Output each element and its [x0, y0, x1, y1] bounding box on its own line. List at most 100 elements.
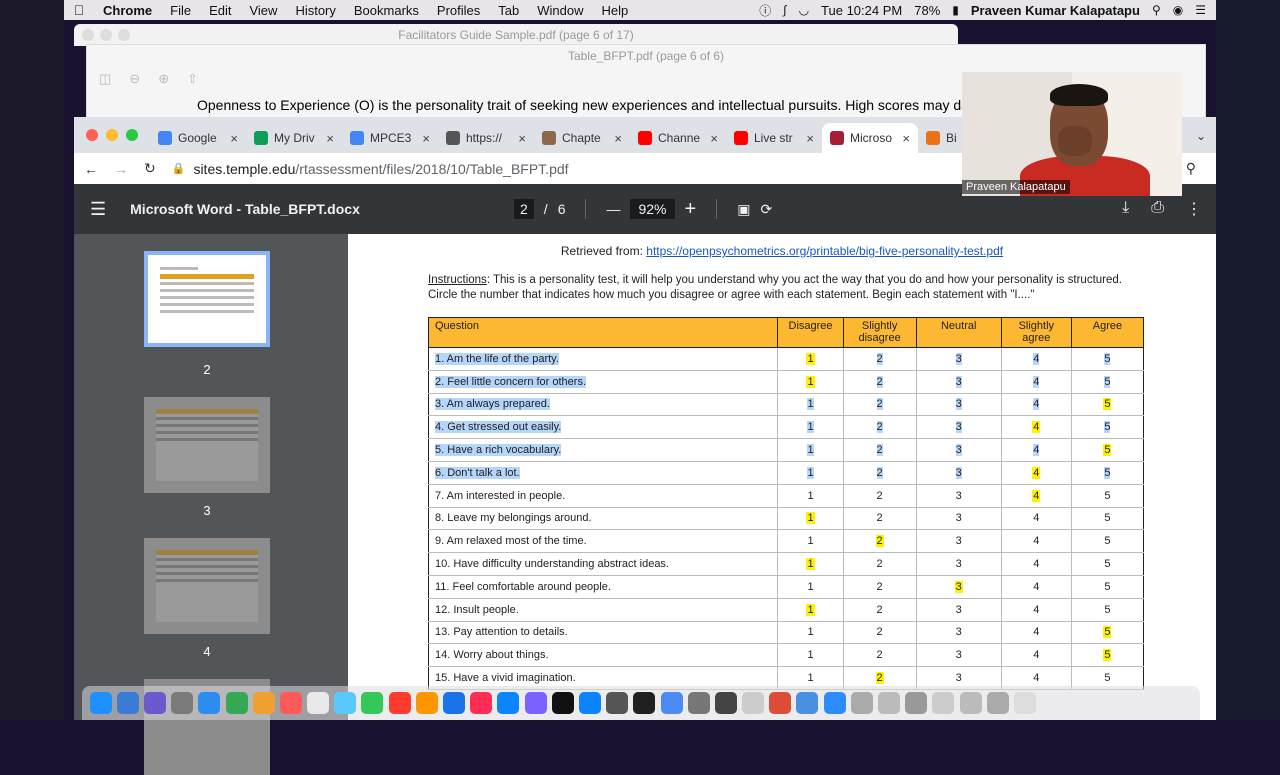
- lock-icon[interactable]: 🔒: [172, 162, 186, 175]
- sidebar-toggle-icon[interactable]: ◫: [99, 71, 111, 97]
- rating-cell[interactable]: 5: [1070, 415, 1145, 440]
- tab-close-icon[interactable]: ×: [518, 131, 526, 146]
- bg-max-light[interactable]: [118, 29, 130, 41]
- dock-app-icon[interactable]: [1013, 692, 1036, 714]
- rating-cell[interactable]: 1: [777, 598, 844, 622]
- close-window-icon[interactable]: [86, 129, 98, 141]
- dock-app-icon[interactable]: [551, 692, 574, 714]
- browser-tab[interactable]: Microso ×: [822, 123, 918, 153]
- rating-cell[interactable]: 5: [1070, 598, 1145, 622]
- browser-tab[interactable]: Google ×: [150, 123, 246, 153]
- rating-cell[interactable]: 1: [777, 529, 844, 554]
- rating-cell[interactable]: 1: [777, 621, 844, 645]
- dock-app-icon[interactable]: [307, 692, 330, 714]
- info-icon[interactable]: ⓘ: [759, 2, 771, 19]
- rating-cell[interactable]: 4: [1000, 438, 1072, 462]
- source-link[interactable]: https://openpsychometrics.org/printable/…: [646, 244, 1003, 258]
- rating-cell[interactable]: 1: [777, 438, 844, 462]
- menu-app-name[interactable]: Chrome: [94, 3, 161, 18]
- rating-cell[interactable]: 5: [1070, 370, 1145, 394]
- dock-app-icon[interactable]: [742, 692, 765, 714]
- rating-cell[interactable]: 5: [1070, 529, 1145, 554]
- rating-cell[interactable]: 1: [777, 347, 844, 371]
- dock-app-icon[interactable]: [361, 692, 384, 714]
- dock-app-icon[interactable]: [198, 692, 221, 714]
- thumbnail-page-4[interactable]: [144, 538, 270, 634]
- background-window-facilitators[interactable]: Facilitators Guide Sample.pdf (page 6 of…: [74, 24, 958, 46]
- rating-cell[interactable]: 3: [915, 507, 1002, 531]
- rating-cell[interactable]: 5: [1070, 552, 1145, 576]
- dock-app-icon[interactable]: [415, 692, 438, 714]
- tab-close-icon[interactable]: ×: [614, 131, 622, 146]
- rating-cell[interactable]: 4: [1000, 621, 1072, 645]
- menu-help[interactable]: Help: [593, 3, 638, 18]
- browser-tab[interactable]: MPCE3 ×: [342, 123, 438, 153]
- rating-cell[interactable]: 4: [1000, 347, 1072, 371]
- download-icon[interactable]: ⤓: [1122, 199, 1129, 219]
- thumbnail-page-3[interactable]: [144, 397, 270, 493]
- menu-view[interactable]: View: [240, 3, 286, 18]
- pdf-viewport[interactable]: Retrieved from: https://openpsychometric…: [348, 234, 1216, 720]
- dock-app-icon[interactable]: [986, 692, 1009, 714]
- dock-app-icon[interactable]: [497, 692, 520, 714]
- thumbnail-page-2[interactable]: [144, 251, 270, 347]
- tab-close-icon[interactable]: ×: [902, 131, 910, 146]
- browser-tab[interactable]: My Driv ×: [246, 123, 342, 153]
- dock-app-icon[interactable]: [932, 692, 955, 714]
- bluetooth-icon[interactable]: ∫: [783, 3, 786, 17]
- rating-cell[interactable]: 3: [915, 461, 1002, 485]
- bg-close-light[interactable]: [82, 29, 94, 41]
- apple-menu-icon[interactable]: : [64, 2, 94, 18]
- rating-cell[interactable]: 2: [842, 621, 917, 645]
- rating-cell[interactable]: 5: [1070, 643, 1145, 668]
- rating-cell[interactable]: 1: [777, 575, 844, 599]
- rating-cell[interactable]: 1: [777, 507, 844, 531]
- rating-cell[interactable]: 2: [842, 598, 917, 622]
- dock-app-icon[interactable]: [225, 692, 248, 714]
- rating-cell[interactable]: 4: [1000, 461, 1072, 485]
- rotate-icon[interactable]: ⟳: [760, 201, 772, 218]
- dock-app-icon[interactable]: [143, 692, 166, 714]
- browser-tab[interactable]: Channe ×: [630, 123, 726, 153]
- dock-app-icon[interactable]: [606, 692, 629, 714]
- rating-cell[interactable]: 4: [1000, 552, 1072, 576]
- rating-cell[interactable]: 4: [1000, 484, 1072, 508]
- wifi-icon[interactable]: ◡: [799, 3, 809, 17]
- dock-app-icon[interactable]: [687, 692, 710, 714]
- rating-cell[interactable]: 1: [777, 370, 844, 394]
- menu-tab[interactable]: Tab: [489, 3, 528, 18]
- rating-cell[interactable]: 5: [1070, 347, 1145, 371]
- dock-app-icon[interactable]: [524, 692, 547, 714]
- battery-icon[interactable]: ▮: [952, 3, 959, 17]
- back-icon[interactable]: ←: [84, 161, 98, 177]
- menu-history[interactable]: History: [286, 3, 344, 18]
- rating-cell[interactable]: 5: [1070, 575, 1145, 599]
- url-field[interactable]: 🔒 sites.temple.edu/rtassessment/files/20…: [172, 161, 569, 177]
- rating-cell[interactable]: 3: [915, 484, 1002, 508]
- rating-cell[interactable]: 5: [1070, 461, 1145, 485]
- rating-cell[interactable]: 5: [1070, 507, 1145, 531]
- dock-app-icon[interactable]: [89, 692, 112, 714]
- dock-app-icon[interactable]: [388, 692, 411, 714]
- rating-cell[interactable]: 4: [1000, 643, 1072, 668]
- dock-app-icon[interactable]: [660, 692, 683, 714]
- dock-app-icon[interactable]: [878, 692, 901, 714]
- rating-cell[interactable]: 3: [915, 575, 1002, 599]
- zoom-out-icon[interactable]: ⊖: [129, 71, 140, 97]
- dock-app-icon[interactable]: [633, 692, 656, 714]
- dock-app-icon[interactable]: [823, 692, 846, 714]
- browser-tab[interactable]: https:// ×: [438, 123, 534, 153]
- more-options-icon[interactable]: ⋮: [1186, 199, 1202, 219]
- reload-icon[interactable]: ↻: [144, 160, 156, 177]
- rating-cell[interactable]: 2: [842, 461, 917, 485]
- dock-app-icon[interactable]: [796, 692, 819, 714]
- browser-tab[interactable]: Chapte ×: [534, 123, 630, 153]
- rating-cell[interactable]: 5: [1070, 484, 1145, 508]
- rating-cell[interactable]: 3: [915, 643, 1002, 668]
- rating-cell[interactable]: 5: [1070, 393, 1145, 417]
- rating-cell[interactable]: 3: [915, 415, 1002, 440]
- rating-cell[interactable]: 4: [1000, 393, 1072, 417]
- dock-app-icon[interactable]: [279, 692, 302, 714]
- rating-cell[interactable]: 3: [915, 438, 1002, 462]
- rating-cell[interactable]: 3: [915, 598, 1002, 622]
